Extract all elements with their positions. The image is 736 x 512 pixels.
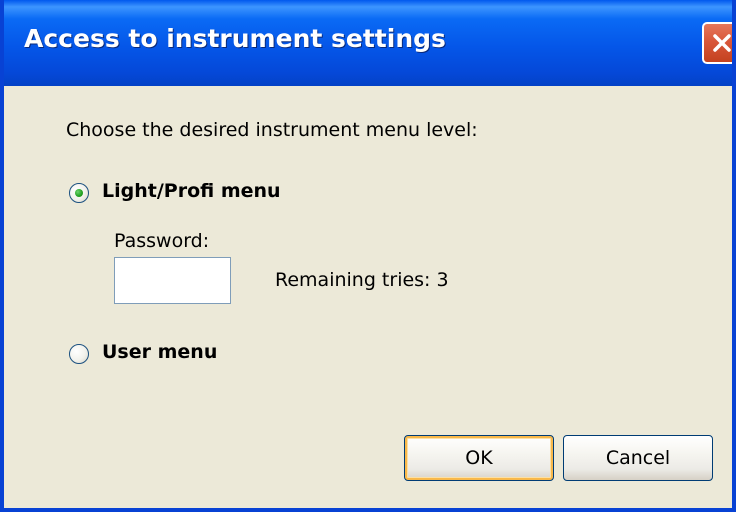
dialog-window: Access to instrument settings Choose the… (0, 0, 736, 512)
cancel-button[interactable]: Cancel (563, 435, 713, 481)
light-profi-menu-radio[interactable] (69, 183, 89, 203)
light-profi-menu-label[interactable]: Light/Profi menu (102, 180, 281, 202)
ok-button[interactable]: OK (404, 435, 554, 481)
close-icon (713, 34, 731, 52)
user-menu-label[interactable]: User menu (102, 341, 217, 363)
radio-selected-dot (75, 189, 83, 197)
password-input[interactable] (114, 257, 231, 304)
user-menu-radio[interactable] (69, 344, 89, 364)
close-button[interactable] (702, 22, 732, 64)
menu-level-prompt: Choose the desired instrument menu level… (66, 119, 478, 141)
window-title: Access to instrument settings (24, 24, 446, 53)
password-label: Password: (114, 230, 210, 252)
title-bar[interactable]: Access to instrument settings (4, 0, 732, 86)
remaining-tries-text: Remaining tries: 3 (275, 269, 449, 291)
